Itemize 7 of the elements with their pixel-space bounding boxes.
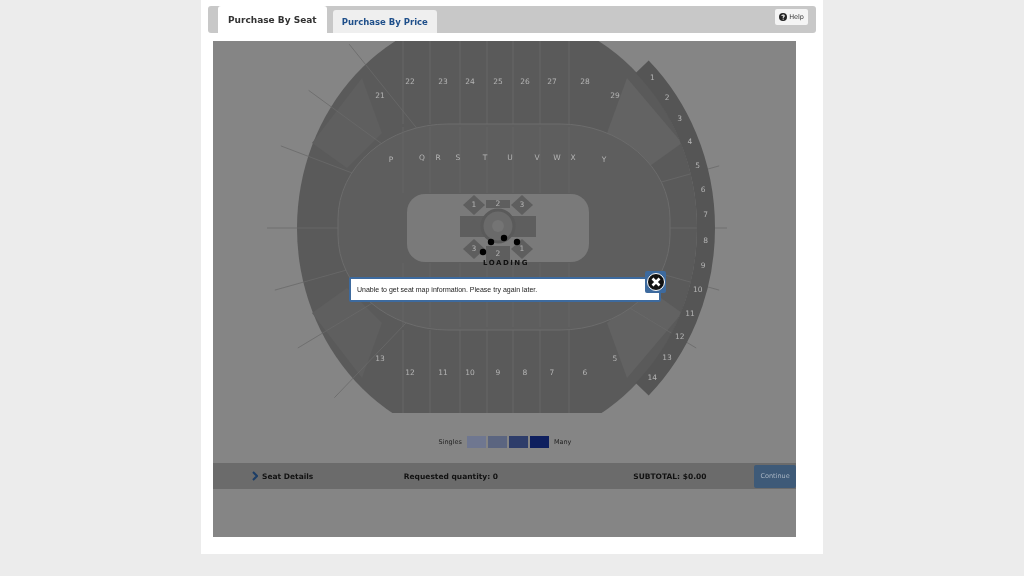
chevron-icon [252,471,258,481]
loading-spinner-icon [479,234,521,256]
tab[interactable]: Purchase By Seat [218,6,327,33]
help-icon [779,13,788,21]
close-button[interactable] [645,271,666,293]
close-icon [646,273,665,291]
tab[interactable]: Purchase By Price [332,10,437,33]
